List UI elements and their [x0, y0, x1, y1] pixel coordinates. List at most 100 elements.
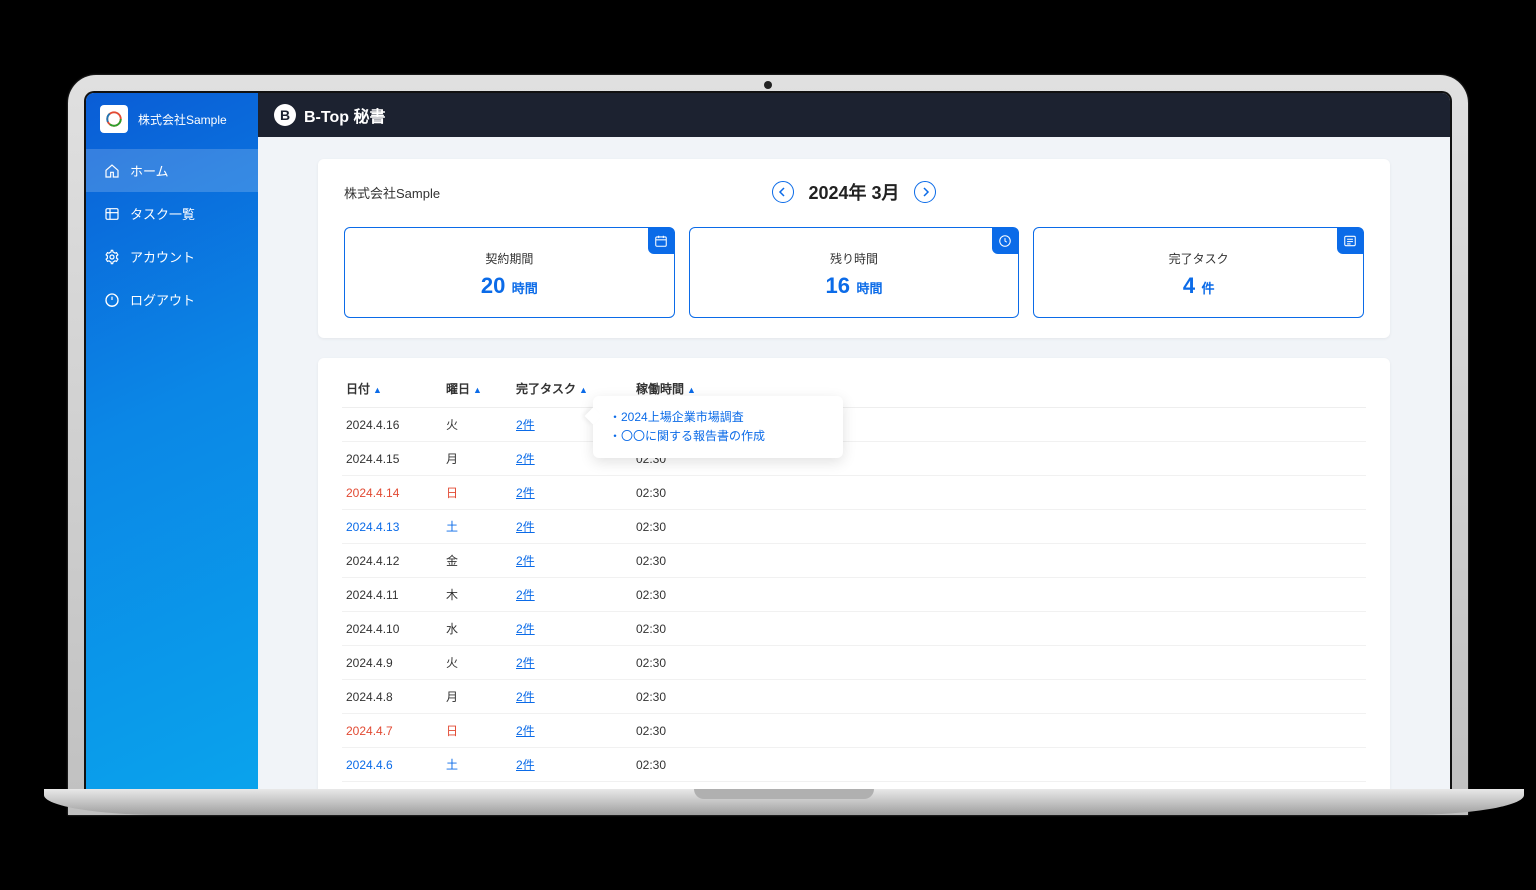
sidebar: 株式会社Sample ホームタスク一覧アカウントログアウト — [86, 93, 258, 791]
task-count-link[interactable]: 2件 — [516, 520, 535, 534]
period-label: 2024年 3月 — [808, 179, 899, 205]
stat-card-calendar: 契約期間 20 時間 — [344, 227, 675, 318]
cell-hours: 02:30 — [632, 680, 1366, 714]
cell-date: 2024.4.15 — [342, 442, 442, 476]
table-row: 2024.4.16火2件 — [342, 408, 1366, 442]
period-selector: 2024年 3月 — [772, 179, 935, 205]
cell-date: 2024.4.6 — [342, 748, 442, 782]
list-icon — [1337, 228, 1363, 254]
stat-title: 契約期間 — [345, 250, 674, 267]
stat-value: 20 時間 — [345, 273, 674, 299]
panel-company-name: 株式会社Sample — [344, 183, 564, 202]
work-table: 日付▲ 曜日▲ 完了タスク▲ 稼働時間▲ 2024.4.16火2件2024.4.… — [342, 372, 1366, 791]
table-row: 2024.4.7日 2件 02:30 — [342, 714, 1366, 748]
cell-date: 2024.4.9 — [342, 646, 442, 680]
task-count-link[interactable]: 2件 — [516, 486, 535, 500]
task-count-link[interactable]: 2件 — [516, 452, 535, 466]
task-tooltip: ・2024上場企業市場調査 ・〇〇に関する報告書の作成 — [593, 396, 843, 458]
cell-dow: 月 — [442, 680, 512, 714]
company-block: 株式会社Sample — [86, 93, 258, 149]
task-count-link[interactable]: 2件 — [516, 622, 535, 636]
clock-icon — [992, 228, 1018, 254]
table-row: 2024.4.12金2件02:30 — [342, 544, 1366, 578]
cell-dow: 日 — [442, 476, 512, 510]
period-prev-button[interactable] — [772, 181, 794, 203]
table-row: 2024.4.8月2件02:30 — [342, 680, 1366, 714]
cell-date: 2024.4.13 — [342, 510, 442, 544]
sidebar-item-home[interactable]: ホーム — [86, 149, 258, 192]
cell-dow: 木 — [442, 578, 512, 612]
cell-tasks: 2件 — [512, 748, 632, 782]
table-row: 2024.4.15月2件02:30 — [342, 442, 1366, 476]
company-logo — [100, 105, 128, 133]
sidebar-item-label: アカウント — [130, 247, 195, 266]
stat-title: 残り時間 — [690, 250, 1019, 267]
task-count-link[interactable]: 2件 — [516, 758, 535, 772]
task-count-link[interactable]: 2件 — [516, 554, 535, 568]
sidebar-item-task-list[interactable]: タスク一覧 — [86, 192, 258, 235]
col-header-date[interactable]: 日付▲ — [342, 372, 442, 408]
task-count-link[interactable]: 2件 — [516, 656, 535, 670]
sort-icon: ▲ — [473, 385, 482, 395]
cell-date: 2024.4.7 — [342, 714, 442, 748]
cell-hours: 02:30 — [632, 510, 1366, 544]
account-icon — [104, 249, 120, 265]
stat-value: 16 時間 — [690, 273, 1019, 299]
cell-dow: 火 — [442, 408, 512, 442]
app-title: B-Top 秘書 — [304, 103, 385, 127]
col-header-dow[interactable]: 曜日▲ — [442, 372, 512, 408]
cell-hours: 02:30 — [632, 646, 1366, 680]
cell-hours: 02:30 — [632, 476, 1366, 510]
table-row: 2024.4.13土 2件 02:30 — [342, 510, 1366, 544]
summary-panel: 株式会社Sample 2024年 3月 契約期間20 時間残り — [318, 159, 1390, 338]
sidebar-item-label: タスク一覧 — [130, 204, 195, 223]
cell-hours: 02:30 — [632, 612, 1366, 646]
stat-card-list: 完了タスク4 件 — [1033, 227, 1364, 318]
laptop-frame: 株式会社Sample ホームタスク一覧アカウントログアウト B B-Top 秘書… — [68, 75, 1468, 815]
cell-hours: 02:30 — [632, 578, 1366, 612]
sidebar-item-label: ログアウト — [130, 290, 195, 309]
laptop-base — [44, 789, 1524, 815]
cell-tasks: 2件 — [512, 680, 632, 714]
cell-dow: 日 — [442, 714, 512, 748]
cell-dow: 水 — [442, 612, 512, 646]
sidebar-item-logout[interactable]: ログアウト — [86, 278, 258, 321]
cell-dow: 火 — [442, 646, 512, 680]
cell-dow: 土 — [442, 748, 512, 782]
cell-tasks: 2件 — [512, 476, 632, 510]
app-screen: 株式会社Sample ホームタスク一覧アカウントログアウト B B-Top 秘書… — [84, 91, 1452, 791]
content-area: 株式会社Sample 2024年 3月 契約期間20 時間残り — [258, 137, 1450, 791]
cell-date: 2024.4.14 — [342, 476, 442, 510]
cell-hours: 02:30 — [632, 748, 1366, 782]
panel-header: 株式会社Sample 2024年 3月 — [344, 179, 1364, 205]
cell-hours: 02:30 — [632, 714, 1366, 748]
task-count-link[interactable]: 2件 — [516, 588, 535, 602]
sidebar-item-account[interactable]: アカウント — [86, 235, 258, 278]
laptop-notch — [694, 789, 874, 799]
period-next-button[interactable] — [914, 181, 936, 203]
stat-card-clock: 残り時間 16 時間 — [689, 227, 1020, 318]
tooltip-item: ・2024上場企業市場調査 — [609, 408, 827, 427]
cell-tasks: 2件 — [512, 510, 632, 544]
table-row: 2024.4.11木 2件 02:30 — [342, 578, 1366, 612]
task-list-icon — [104, 206, 120, 222]
task-count-link[interactable]: 2件 — [516, 690, 535, 704]
stat-row: 契約期間 20 時間残り時間 16 時間完了タスク4 件 — [344, 227, 1364, 318]
logout-icon — [104, 292, 120, 308]
sort-icon: ▲ — [373, 385, 382, 395]
company-name: 株式会社Sample — [138, 111, 227, 128]
sort-icon: ▲ — [687, 385, 696, 395]
main: B B-Top 秘書 株式会社Sample 2024年 3月 — [258, 93, 1450, 791]
cell-dow: 土 — [442, 510, 512, 544]
sidebar-item-label: ホーム — [130, 161, 169, 180]
task-count-link[interactable]: 2件 — [516, 724, 535, 738]
task-count-link[interactable]: 2件 — [516, 418, 535, 432]
cell-date: 2024.4.11 — [342, 578, 442, 612]
home-icon — [104, 163, 120, 179]
topbar-logo-icon: B — [274, 104, 296, 126]
cell-tasks: 2件 — [512, 612, 632, 646]
laptop-camera — [764, 81, 772, 89]
calendar-icon — [648, 228, 674, 254]
table-row: 2024.4.10水2件02:30 — [342, 612, 1366, 646]
table-row: 2024.4.9火 2件 02:30 — [342, 646, 1366, 680]
